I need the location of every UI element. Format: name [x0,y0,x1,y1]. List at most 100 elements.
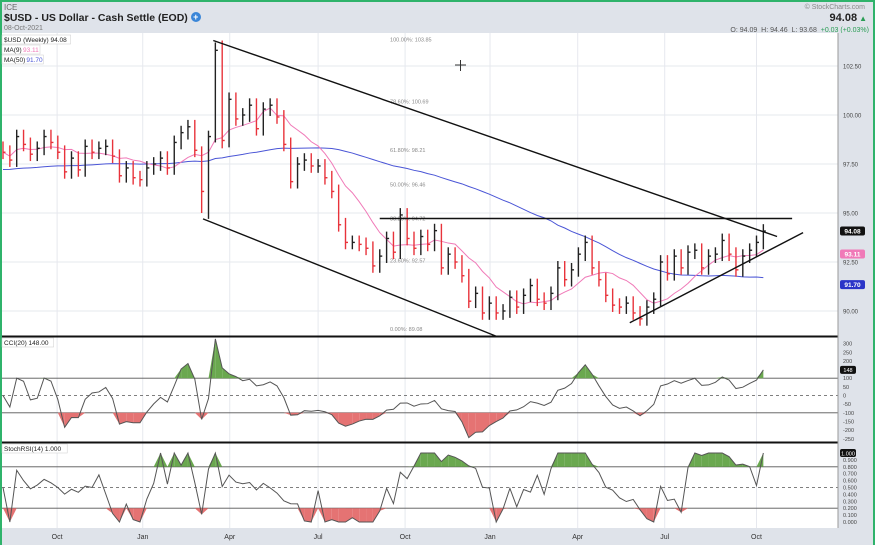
price-bar [194,119,198,158]
cci-tick-label: 0 [843,394,846,400]
legend-stochrsi: StochRSI(14) 1.000 [1,443,68,454]
price-bar [91,139,95,160]
price-bar [714,247,718,263]
stochrsi-fill [420,453,428,467]
price-bar [63,145,68,179]
cci-tick-label: 200 [843,359,852,365]
stochrsi-fill [578,453,586,467]
legend-text: MA(50) [4,57,25,64]
price-bar [618,298,622,314]
cci-tick-label: -50 [843,402,851,408]
stochrsi-fill [557,453,565,467]
price-bar [98,141,102,160]
price-bar [372,241,376,273]
stochrsi-fill [366,508,373,522]
price-bar [221,40,225,149]
price-bar [481,286,485,320]
price-bar [111,139,116,164]
price-bar [468,268,472,309]
legend-cci: CCI(20) 148.00 [1,337,54,348]
price-bar [105,139,109,156]
trendline [213,39,778,238]
y-tick-label: 102.50 [843,65,862,71]
fib-level-label: 61.80%: 98.21 [390,148,425,154]
ma50-tag: 91.70 [840,280,865,290]
price-bar [132,161,136,185]
cci-tick-label: -200 [843,428,854,434]
legend-text: StochRSI(14) 1.000 [4,446,61,453]
price-bar [262,102,266,136]
price-bar [22,129,27,152]
legend-text: 93.11 [23,47,39,54]
fib-level-label: 0.00%: 89.08 [390,327,422,333]
trendline [202,218,498,338]
x-axis-bg [2,528,838,545]
price-bar [666,255,670,281]
price-bar [303,153,307,171]
stochrsi-tick-label: 0.600 [843,479,857,485]
price-bar [324,159,328,185]
price-bar [159,151,164,171]
price-bar [447,247,451,275]
stochrsi-last-tag: 1.000 [840,449,856,457]
stochrsi-fill [571,453,579,467]
stochrsi-fill [427,453,435,467]
fib-level-label: 23.60%: 92.57 [390,259,425,265]
price-bar [529,278,533,303]
last-price-tag: 94.08 [840,226,865,236]
legend-text: 91.70 [26,57,43,64]
price-bar [235,92,239,126]
price-bar [488,296,492,320]
price-bar [290,137,294,189]
cci-fill [366,412,373,420]
stochrsi-fill [715,453,723,467]
x-tick-label: Jul [660,534,669,541]
price-bar [84,139,88,177]
price-bar [659,255,664,307]
tag-text: 1.000 [841,451,855,457]
cci-tick-label: 100 [843,376,852,382]
stochrsi-fill [187,453,195,467]
stochrsi-tick-label: 0.000 [843,520,857,526]
price-bar [461,255,465,283]
cci-tick-label: -150 [843,419,854,425]
price-chart[interactable]: 100.00%: 103.8578.60%: 100.6961.80%: 98.… [0,0,875,545]
price-bar [564,261,568,287]
price-bar [495,296,499,320]
price-bar [331,170,335,199]
price-bar [694,243,698,260]
cci-fill [126,412,134,423]
price-bar [16,129,20,167]
y-tick-label: 90.00 [843,310,859,316]
price-bar [207,130,211,219]
price-bar [502,304,506,320]
legend-ma9: MA(9) 93.11 [1,44,41,55]
price-tag-text: 93.11 [845,252,861,259]
legend-ma50: MA(50) 91.70 [1,54,44,65]
price-bar [598,261,602,287]
price-bar [344,217,348,250]
cci-line [2,338,764,439]
price-bar [632,296,636,320]
cci-fill [133,412,140,423]
price-bar [673,249,677,281]
price-bar [228,92,232,148]
price-tag-text: 94.08 [844,229,861,236]
price-bar [413,231,417,256]
stochrsi-fill [708,453,716,467]
cci-tick-label: 50 [843,385,849,391]
price-bar [358,235,362,252]
legend-text: CCI(20) 148.00 [4,340,49,347]
x-tick-label: Oct [751,534,762,541]
price-bar [296,157,301,189]
price-bar [611,288,616,312]
y-tick-label: 92.50 [843,261,859,267]
price-bar [214,42,218,143]
price-bar [433,223,438,252]
price-bar [255,98,259,136]
cci-fill [71,412,79,418]
cci-fill [468,412,476,438]
stochrsi-tick-label: 0.400 [843,492,857,498]
price-bar [283,110,287,152]
stochrsi-fill [359,508,367,522]
